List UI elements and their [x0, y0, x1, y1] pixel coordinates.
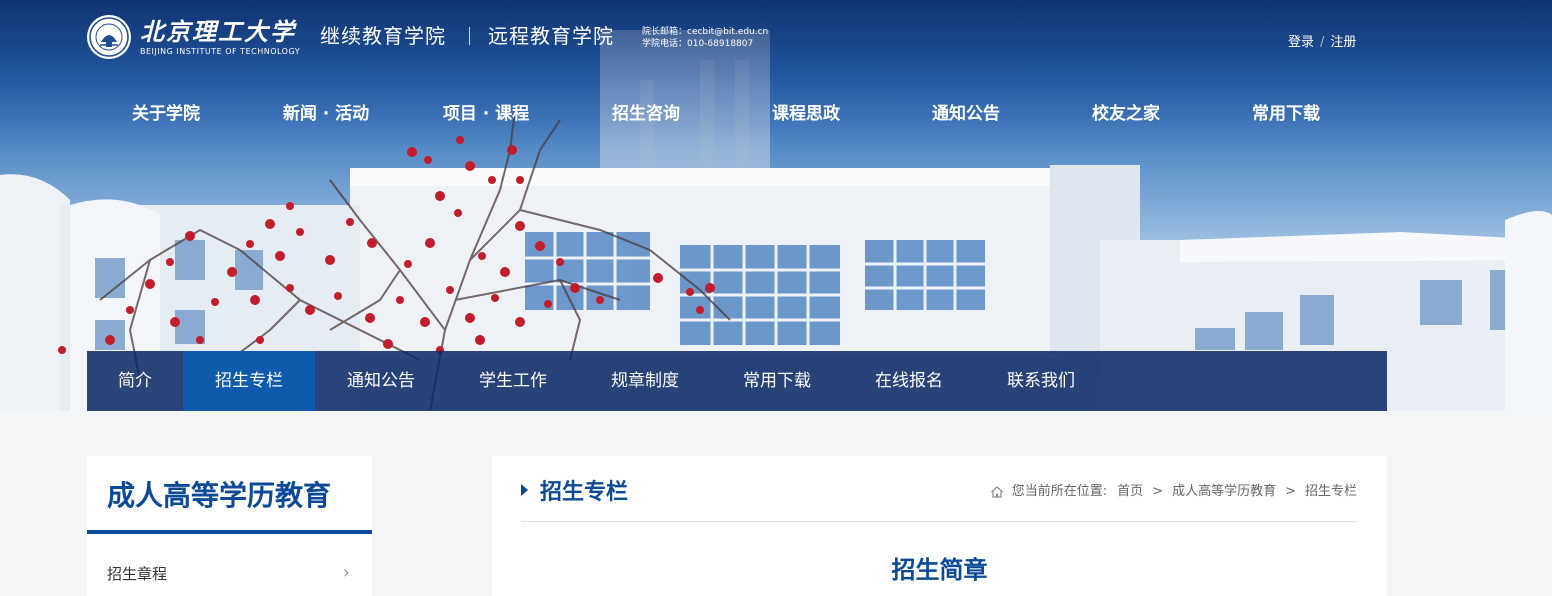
breadcrumb-section[interactable]: 成人高等学历教育 [1172, 483, 1276, 501]
logo-chinese-name: 北京理工大学 [140, 16, 296, 46]
sidebar-title: 成人高等学历教育 [107, 479, 332, 512]
sidebar-item-regulations[interactable]: 招生章程 › [107, 562, 352, 586]
college-name-remote: 远程教育学院 [488, 24, 614, 48]
contact-info: 院长邮箱：cecbit@bit.edu.cn 学院电话：010-68918807 [642, 26, 768, 50]
sub-nav-item-intro[interactable]: 简介 [87, 351, 183, 411]
college-name-continuing: 继续教育学院 [320, 24, 446, 48]
sidebar: 成人高等学历教育 招生章程 › [87, 456, 372, 596]
main-nav-item-programs[interactable]: 项目 · 课程 [406, 102, 566, 126]
sub-nav-item-student-affairs[interactable]: 学生工作 [447, 351, 579, 411]
sub-nav-item-downloads[interactable]: 常用下载 [711, 351, 843, 411]
main-nav-item-ideology[interactable]: 课程思政 [726, 102, 886, 126]
breadcrumb-current[interactable]: 招生专栏 [1305, 483, 1357, 501]
sub-nav: 简介 招生专栏 通知公告 学生工作 规章制度 常用下载 在线报名 联系我们 [87, 351, 1387, 411]
home-icon [990, 486, 1003, 498]
main-nav-item-alumni[interactable]: 校友之家 [1046, 102, 1206, 126]
sub-nav-item-admissions[interactable]: 招生专栏 [183, 351, 315, 411]
main-nav-item-admissions[interactable]: 招生咨询 [566, 102, 726, 126]
main-nav-item-downloads[interactable]: 常用下载 [1206, 102, 1366, 126]
main-nav-item-about[interactable]: 关于学院 [86, 102, 246, 126]
panel-title: 招生专栏 [540, 480, 629, 505]
breadcrumb-separator: > [1285, 484, 1296, 499]
main-nav-item-news[interactable]: 新闻 · 活动 [246, 102, 406, 126]
chevron-right-icon: › [342, 562, 350, 583]
contact-phone: 学院电话：010-68918807 [642, 39, 754, 49]
sub-nav-item-notices[interactable]: 通知公告 [315, 351, 447, 411]
logo-english-name: BEIJING INSTITUTE OF TECHNOLOGY [140, 46, 301, 56]
article-title: 招生简章 [891, 556, 988, 584]
auth-separator: / [1320, 35, 1325, 50]
panel-divider [522, 521, 1357, 522]
main-nav-item-notices[interactable]: 通知公告 [886, 102, 1046, 126]
login-link[interactable]: 登录 [1288, 35, 1314, 50]
sub-nav-item-contact[interactable]: 联系我们 [975, 351, 1107, 411]
breadcrumb-home[interactable]: 首页 [1117, 483, 1143, 501]
hero-banner: 北京理工大学 BEIJING INSTITUTE OF TECHNOLOGY 继… [0, 0, 1552, 411]
sidebar-title-underline [87, 530, 372, 534]
breadcrumb-separator: > [1152, 484, 1164, 499]
auth-links: 登录 / 注册 [1288, 34, 1356, 52]
register-link[interactable]: 注册 [1330, 35, 1356, 50]
breadcrumb-prefix: 您当前所在位置: [1011, 484, 1108, 499]
university-logo[interactable]: 北京理工大学 BEIJING INSTITUTE OF TECHNOLOGY [86, 13, 300, 61]
breadcrumb: 您当前所在位置: 首页 > 成人高等学历教育 > 招生专栏 [990, 483, 1357, 501]
title-marker-icon [521, 484, 528, 496]
seal-logo-icon [87, 15, 131, 59]
contact-email: 院长邮箱：cecbit@bit.edu.cn [642, 27, 769, 37]
college-divider [469, 27, 470, 45]
sub-nav-item-regulations[interactable]: 规章制度 [579, 351, 711, 411]
content-panel: 招生专栏 您当前所在位置: 首页 > 成人高等学历教育 > 招生专栏 招生简章 [492, 456, 1387, 596]
main-nav: 关于学院 新闻 · 活动 项目 · 课程 招生咨询 课程思政 通知公告 校友之家… [0, 102, 1552, 126]
sidebar-item-label: 招生章程 [107, 565, 168, 583]
sub-nav-item-online-signup[interactable]: 在线报名 [843, 351, 975, 411]
